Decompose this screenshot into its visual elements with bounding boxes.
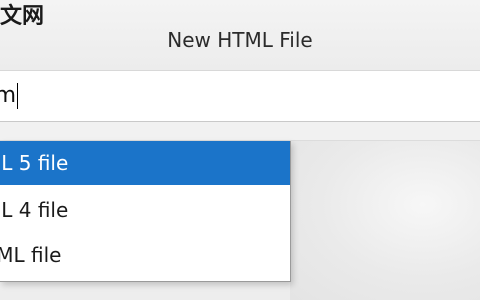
title-bar: New HTML File: [0, 0, 480, 71]
background-region: [290, 141, 480, 300]
dialog-window: New HTML File 文网 rm ML 5 file ML 4 file …: [0, 0, 480, 300]
watermark-text: 文网: [0, 4, 45, 29]
text-caret: [17, 83, 19, 109]
separator-band: [0, 122, 480, 141]
file-type-dropdown[interactable]: ML 5 file ML 4 file TML file: [0, 141, 291, 282]
dropdown-item-label: TML file: [0, 243, 62, 267]
background-strip: [0, 282, 290, 300]
dropdown-item-html4[interactable]: ML 4 file: [0, 188, 290, 232]
filename-input-area[interactable]: rm: [0, 71, 480, 122]
filename-input[interactable]: rm: [0, 77, 466, 115]
filename-input-value: rm: [0, 83, 17, 108]
dropdown-item-html5[interactable]: ML 5 file: [0, 141, 290, 185]
dropdown-item-label: ML 5 file: [0, 151, 69, 175]
dropdown-item-label: ML 4 file: [0, 198, 69, 222]
window-title: New HTML File: [167, 28, 313, 52]
dropdown-item-xhtml[interactable]: TML file: [0, 233, 290, 277]
